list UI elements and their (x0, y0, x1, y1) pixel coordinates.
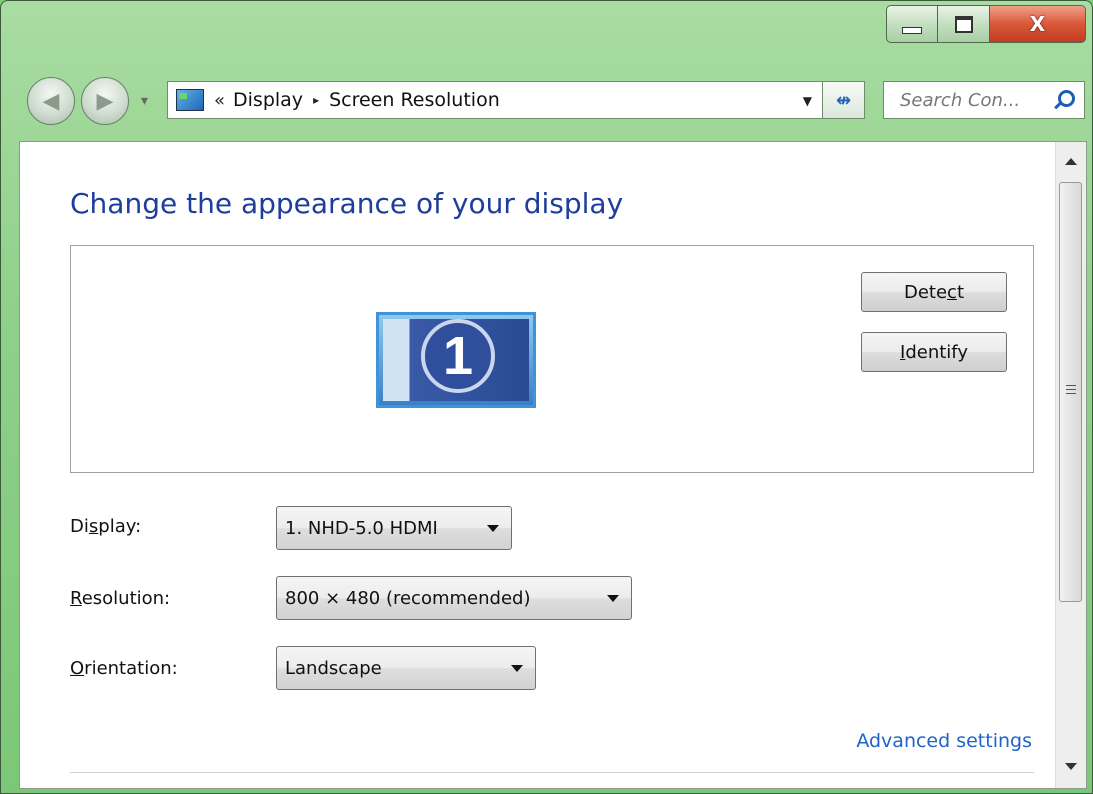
scroll-down-icon[interactable] (1065, 763, 1077, 770)
resolution-label: Resolution: (70, 588, 170, 609)
display-select-value: 1. NHD-5.0 HDMI (285, 517, 438, 539)
minimize-icon (902, 26, 922, 34)
chevron-down-icon (511, 665, 523, 672)
resolution-select[interactable]: 800 × 480 (recommended) (276, 576, 632, 620)
search-input[interactable]: Search Con... (900, 90, 1052, 111)
search-box[interactable]: Search Con... (883, 81, 1085, 119)
breadcrumb-display[interactable]: Display (233, 89, 303, 111)
window: X ◀ ▶ ▾ « Display ▸ Screen Resolution ▼ … (0, 0, 1093, 794)
search-icon[interactable] (1052, 89, 1075, 111)
detect-label-pre: Dete (903, 281, 948, 303)
display-label-accel: s (88, 516, 99, 537)
resolution-label-accel: R (70, 588, 82, 609)
vertical-scrollbar[interactable] (1055, 142, 1086, 788)
orientation-label-accel: O (70, 658, 85, 679)
caption-buttons: X (886, 5, 1086, 43)
refresh-button[interactable]: ↮ (823, 81, 865, 119)
recent-pages-dropdown[interactable]: ▾ (141, 93, 148, 109)
display-label: Display: (70, 516, 141, 537)
maximize-icon (954, 15, 973, 33)
orientation-label-post: rientation: (84, 658, 178, 679)
resolution-label-post: esolution: (81, 588, 171, 609)
scroll-up-icon[interactable] (1065, 158, 1077, 165)
breadcrumb-chevron-icon[interactable]: ▸ (313, 93, 319, 107)
orientation-select[interactable]: Landscape (276, 646, 536, 690)
close-button[interactable]: X (990, 5, 1086, 43)
refresh-icon: ↮ (835, 89, 852, 111)
identify-button[interactable]: Identify (861, 332, 1007, 372)
chevron-down-icon (487, 525, 499, 532)
back-arrow-icon: ◀ (42, 88, 60, 114)
divider (70, 772, 1034, 773)
advanced-settings-link[interactable]: Advanced settings (856, 730, 1032, 752)
detect-label-post: t (956, 281, 965, 303)
address-dropdown-icon[interactable]: ▼ (803, 94, 812, 108)
forward-button[interactable]: ▶ (81, 77, 129, 125)
maximize-button[interactable] (938, 5, 990, 43)
resolution-select-value: 800 × 480 (recommended) (285, 587, 531, 609)
back-button[interactable]: ◀ (27, 77, 75, 125)
monitor-number: 1 (421, 319, 495, 393)
scroll-grip-icon (1066, 385, 1076, 397)
navigation-bar: ◀ ▶ ▾ « Display ▸ Screen Resolution ▼ ↮ … (1, 69, 1092, 131)
orientation-label: Orientation: (70, 658, 178, 679)
page-title: Change the appearance of your display (70, 187, 624, 220)
breadcrumb-screen-resolution[interactable]: Screen Resolution (329, 89, 500, 111)
minimize-button[interactable] (886, 5, 938, 43)
content-area: Change the appearance of your display 1 … (19, 141, 1087, 789)
display-select[interactable]: 1. NHD-5.0 HDMI (276, 506, 512, 550)
close-icon: X (1029, 12, 1046, 36)
orientation-select-value: Landscape (285, 657, 382, 679)
breadcrumb-overflow[interactable]: « (214, 90, 225, 111)
forward-arrow-icon: ▶ (96, 88, 114, 114)
address-bar[interactable]: « Display ▸ Screen Resolution ▼ (167, 81, 823, 119)
scrollbar-thumb[interactable] (1059, 182, 1082, 602)
display-label-post: play: (98, 516, 142, 537)
display-preview-panel: 1 Dete c t Identify (70, 245, 1034, 473)
detect-button[interactable]: Dete c t (861, 272, 1007, 312)
detect-label-accel: c (947, 281, 957, 303)
title-bar[interactable]: X (1, 1, 1092, 61)
display-label-pre: Di (70, 516, 89, 537)
chevron-down-icon (607, 595, 619, 602)
identify-label-post: dentify (905, 341, 968, 363)
monitor-1-thumbnail[interactable]: 1 (376, 312, 536, 408)
control-panel-icon (176, 89, 204, 111)
